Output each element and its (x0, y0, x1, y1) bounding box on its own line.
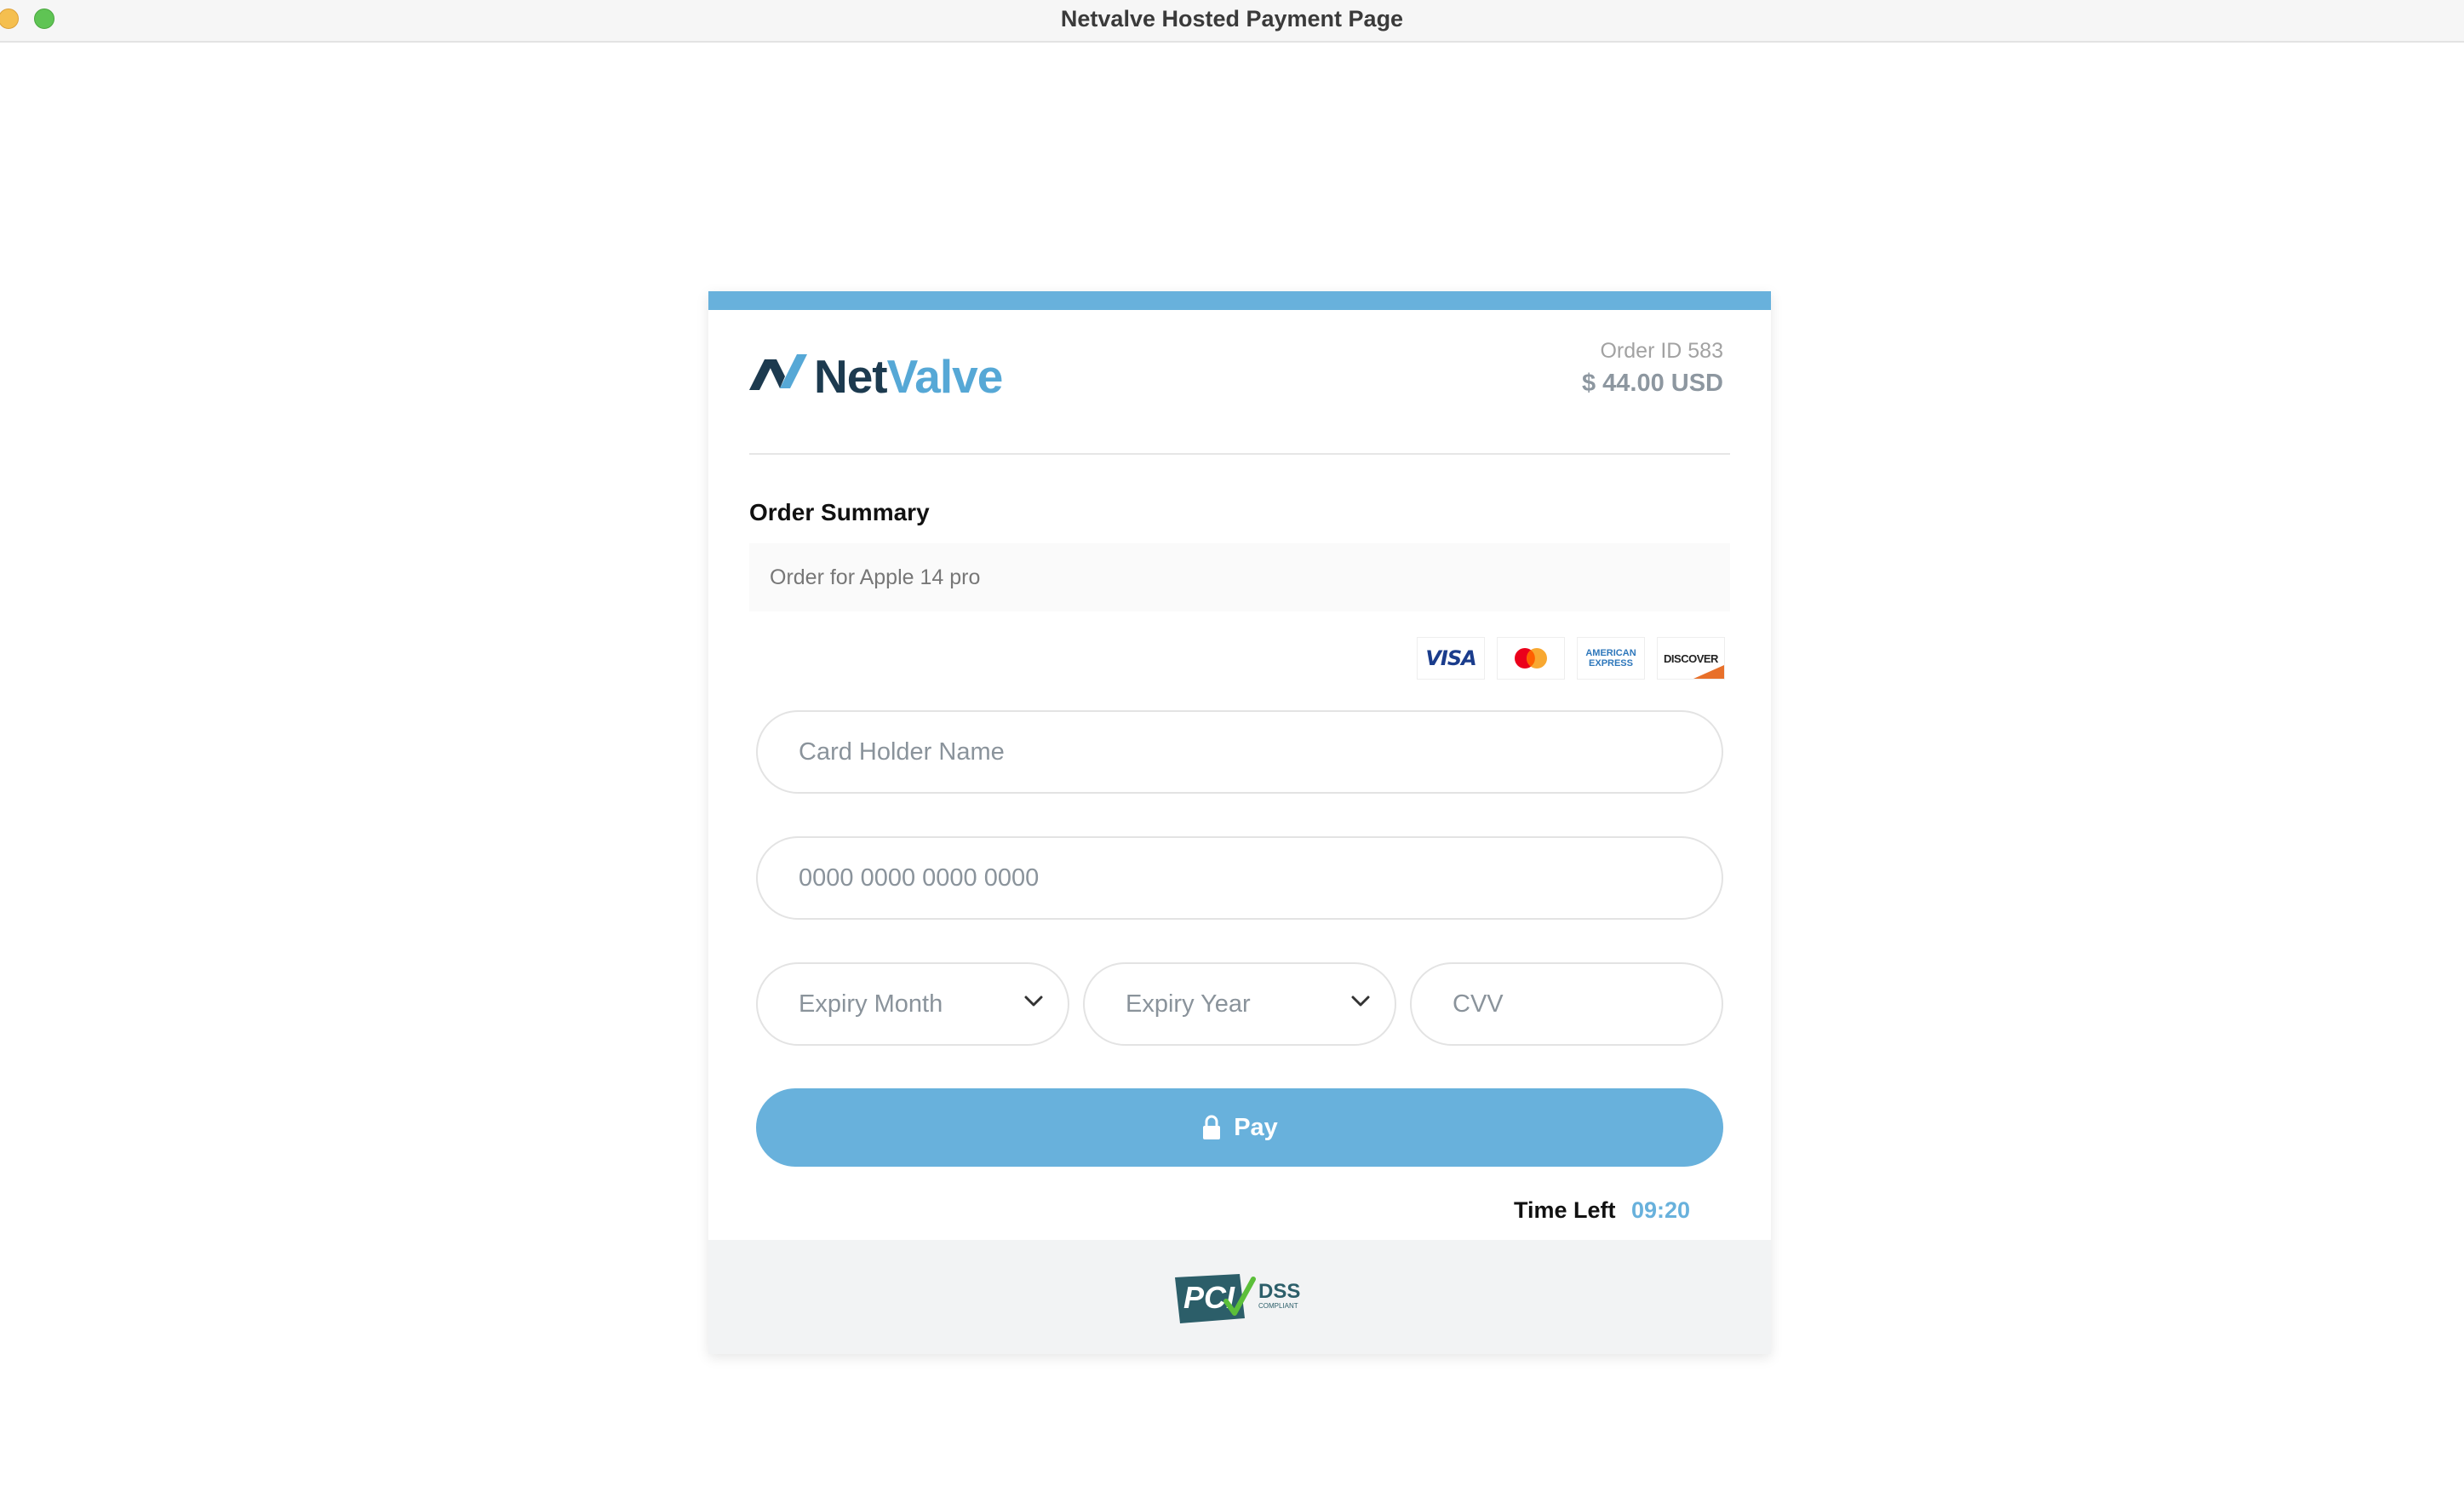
cvv-input[interactable] (1453, 964, 1701, 1044)
card-holder-input[interactable] (799, 712, 1701, 792)
dss-logo-text: DSS (1258, 1280, 1300, 1303)
visa-logo-text: VISA (1425, 646, 1476, 670)
expiry-month-label: Expiry Month (799, 990, 943, 1018)
accepted-cards: VISA AMERICAN EXPRESS DISCOVER (1417, 637, 1725, 680)
time-left-label: Time Left (1514, 1197, 1616, 1223)
order-description: Order for Apple 14 pro (770, 565, 981, 589)
window-title: Netvalve Hosted Payment Page (1060, 6, 1404, 32)
cvv-field[interactable] (1410, 962, 1723, 1046)
order-summary-box: Order for Apple 14 pro (749, 543, 1730, 611)
logo-text-valve: Valve (886, 350, 1004, 403)
pay-button-label: Pay (1234, 1113, 1278, 1141)
netvalve-logo-mark-icon (749, 354, 807, 390)
chevron-down-icon (1351, 996, 1370, 1007)
logo-text-net: Net (814, 350, 888, 403)
card-number-field[interactable] (756, 836, 1723, 920)
amex-logo-line2: EXPRESS (1589, 658, 1633, 669)
discover-logo-text: DISCOVER (1664, 651, 1718, 665)
lock-icon (1203, 1115, 1221, 1139)
order-amount: $ 44.00 USD (1581, 370, 1723, 397)
card-holder-field[interactable] (756, 710, 1723, 794)
amex-logo-line1: AMERICAN (1585, 648, 1636, 658)
payment-card: NetValve Order ID 583 $ 44.00 USD Order … (708, 291, 1771, 1354)
expiry-month-select[interactable]: Expiry Month (756, 962, 1069, 1046)
pay-button[interactable]: Pay (756, 1088, 1723, 1167)
mastercard-logo (1497, 637, 1565, 680)
order-summary-heading: Order Summary (749, 499, 930, 525)
expiry-year-select[interactable]: Expiry Year (1083, 962, 1396, 1046)
pci-logo-text: PCI (1183, 1280, 1235, 1315)
visa-logo: VISA (1417, 637, 1485, 680)
discover-swoosh-icon (1693, 665, 1724, 679)
accent-top-bar (708, 291, 1771, 310)
window-titlebar: Netvalve Hosted Payment Page (0, 0, 2464, 43)
pci-dss-logo: PCI DSS COMPLIANT (1175, 1274, 1300, 1323)
amex-logo: AMERICAN EXPRESS (1577, 637, 1645, 680)
mastercard-icon (1515, 648, 1547, 669)
expiry-year-label: Expiry Year (1126, 990, 1251, 1018)
card-number-input[interactable] (799, 838, 1701, 918)
header-divider (749, 453, 1730, 455)
discover-logo: DISCOVER (1657, 637, 1725, 680)
time-left-value: 09:20 (1631, 1197, 1691, 1223)
order-id: Order ID 583 (1600, 339, 1723, 363)
card-footer: PCI DSS COMPLIANT (708, 1240, 1771, 1354)
compliant-logo-text: COMPLIANT (1258, 1302, 1298, 1310)
chevron-down-icon (1024, 996, 1043, 1007)
